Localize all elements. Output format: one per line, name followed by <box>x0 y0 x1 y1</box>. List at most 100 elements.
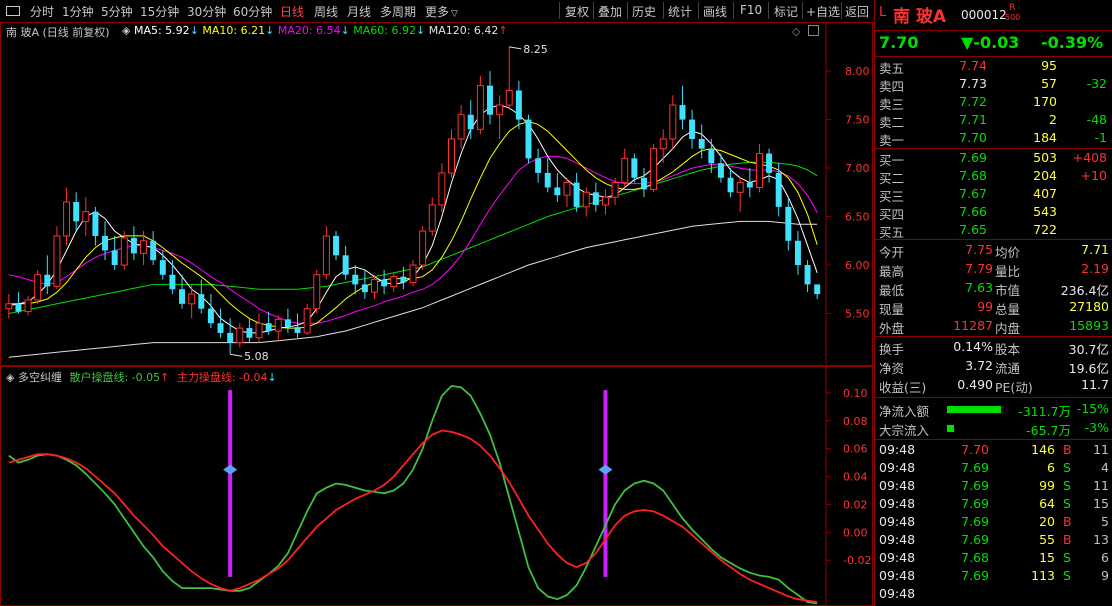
quote-panel: L 南 玻A 000012 R 500 7.70 ▼-0.03 -0.39% 卖… <box>874 0 1112 606</box>
candle-body <box>814 284 821 295</box>
candle-body <box>294 327 301 333</box>
candle-body <box>515 90 522 120</box>
tick-time: 09:48 <box>879 550 916 565</box>
tab-intraday[interactable]: 分时 <box>30 3 54 20</box>
stat-value: 7.71 <box>1081 242 1109 257</box>
overlay-button[interactable]: 叠加 <box>598 3 622 20</box>
flag-label: L <box>879 5 887 20</box>
candlestick-chart[interactable]: 8.00 7.50 7.00 6.50 6.00 5.50 8.25 5.08 <box>0 22 873 366</box>
indicator-pane[interactable]: 0.10 0.08 0.06 0.04 0.02 0.00 -0.02 ◈ 多空纠缠 散户操… <box>0 366 873 606</box>
chevron-down-icon[interactable]: ◈ <box>122 24 134 37</box>
candle-body <box>82 211 90 222</box>
expand-icon[interactable] <box>808 25 819 36</box>
bid-volume: 204 <box>1033 168 1057 183</box>
tab-daily[interactable]: 日线 <box>280 3 304 20</box>
candle-body <box>15 303 22 312</box>
candle-body <box>120 237 128 266</box>
candle-body <box>727 177 734 193</box>
tick-count: 4 <box>1101 460 1109 475</box>
tick-volume: 113 <box>1031 568 1055 583</box>
back-button[interactable]: 返回 <box>845 3 869 20</box>
arrow-down-icon: ↓ <box>267 371 277 384</box>
mark-button[interactable]: 标记 <box>774 3 798 20</box>
statistics-button[interactable]: 统计 <box>668 3 692 20</box>
tab-multi-period[interactable]: 多周期 <box>380 3 416 20</box>
stock-name[interactable]: 南 玻A <box>893 2 946 27</box>
adjust-button[interactable]: 复权 <box>565 3 589 20</box>
arrow-down-icon: ↓ <box>340 24 350 37</box>
arrow-up-icon: ↑ <box>160 371 170 384</box>
signal-diamond <box>598 464 613 475</box>
candle-body <box>535 158 542 173</box>
ma5-line <box>8 104 818 334</box>
add-watchlist-button[interactable]: +自选 <box>806 3 840 20</box>
tab-30min[interactable]: 30分钟 <box>187 3 226 20</box>
bid-change: +10 <box>1080 168 1107 183</box>
candle-body <box>717 163 724 178</box>
retail-line-legend: 散户操盘线: -0.05 <box>69 371 161 384</box>
candle-body <box>601 196 609 206</box>
candle-body <box>563 182 571 196</box>
candle-body <box>130 237 137 254</box>
bid-volume: 722 <box>1033 222 1057 237</box>
draw-line-button[interactable]: 画线 <box>703 3 727 20</box>
tab-weekly[interactable]: 周线 <box>314 3 338 20</box>
candle-body <box>804 265 811 285</box>
fund-value: 19.6亿 <box>1068 361 1109 376</box>
tick-count: 15 <box>1093 496 1109 511</box>
fund-value: 3.72 <box>965 358 993 373</box>
stat-value: 11287 <box>953 318 993 333</box>
ask-change: -48 <box>1086 112 1107 127</box>
candle-body <box>5 303 13 310</box>
ma120-legend: MA120: 6.42 <box>428 24 499 37</box>
tab-1min[interactable]: 1分钟 <box>62 3 94 20</box>
tick-price: 7.69 <box>961 568 989 583</box>
fund-label: 股本 <box>995 342 1021 357</box>
candle-body <box>544 172 551 188</box>
price-tick-label: 7.50 <box>845 114 870 127</box>
tick-volume: 55 <box>1039 532 1055 547</box>
arrow-down-icon: ↓ <box>189 24 199 37</box>
chart-frame <box>0 22 873 366</box>
candle-body <box>525 119 532 159</box>
fund-label: PE(动) <box>995 380 1033 395</box>
stat-label: 内盘 <box>995 321 1021 336</box>
tab-60min[interactable]: 60分钟 <box>233 3 272 20</box>
chevron-down-icon[interactable]: ◈ <box>6 371 18 384</box>
price-change: ▼-0.03 <box>961 33 1020 52</box>
fund-value: 0.14% <box>953 339 993 354</box>
flow-value: -65.7万 <box>1026 423 1071 438</box>
ask-label: 卖五 <box>879 61 905 76</box>
candle-body <box>755 153 763 188</box>
price-chart-pane[interactable]: 8.00 7.50 7.00 6.50 6.00 5.50 8.25 5.08 南 玻A (日… <box>0 22 873 366</box>
f10-button[interactable]: F10 <box>740 3 762 17</box>
candle-body <box>390 276 398 287</box>
tick-count: 13 <box>1093 532 1109 547</box>
ma10-line <box>8 120 818 329</box>
tab-5min[interactable]: 5分钟 <box>101 3 133 20</box>
diamond-icon[interactable]: ◇ <box>792 25 800 38</box>
bid-volume: 543 <box>1033 204 1057 219</box>
main-line <box>8 429 818 603</box>
price-tick-label: 7.00 <box>845 162 870 175</box>
tab-15min[interactable]: 15分钟 <box>140 3 179 20</box>
toolbar-menu-icon[interactable] <box>6 6 20 16</box>
history-button[interactable]: 历史 <box>632 3 656 20</box>
flow-bar <box>947 425 954 432</box>
tab-more[interactable]: 更多 ▽ <box>425 3 458 20</box>
ask-label: 卖三 <box>879 97 905 112</box>
tick-count: 9 <box>1101 568 1109 583</box>
tick-price: 7.69 <box>961 478 989 493</box>
tab-monthly[interactable]: 月线 <box>347 3 371 20</box>
candle-body <box>438 172 446 206</box>
ask-volume: 57 <box>1041 76 1057 91</box>
price-tick-label: 5.50 <box>845 308 870 321</box>
tick-side: S <box>1063 568 1071 583</box>
tick-side: B <box>1063 514 1072 529</box>
tick-time: 09:48 <box>879 586 916 601</box>
fund-value: 0.490 <box>957 377 993 392</box>
candle-body <box>313 274 321 310</box>
candle-body <box>361 284 368 293</box>
candle-body <box>467 114 474 130</box>
indicator-chart[interactable]: 0.10 0.08 0.06 0.04 0.02 0.00 -0.02 <box>0 366 873 606</box>
